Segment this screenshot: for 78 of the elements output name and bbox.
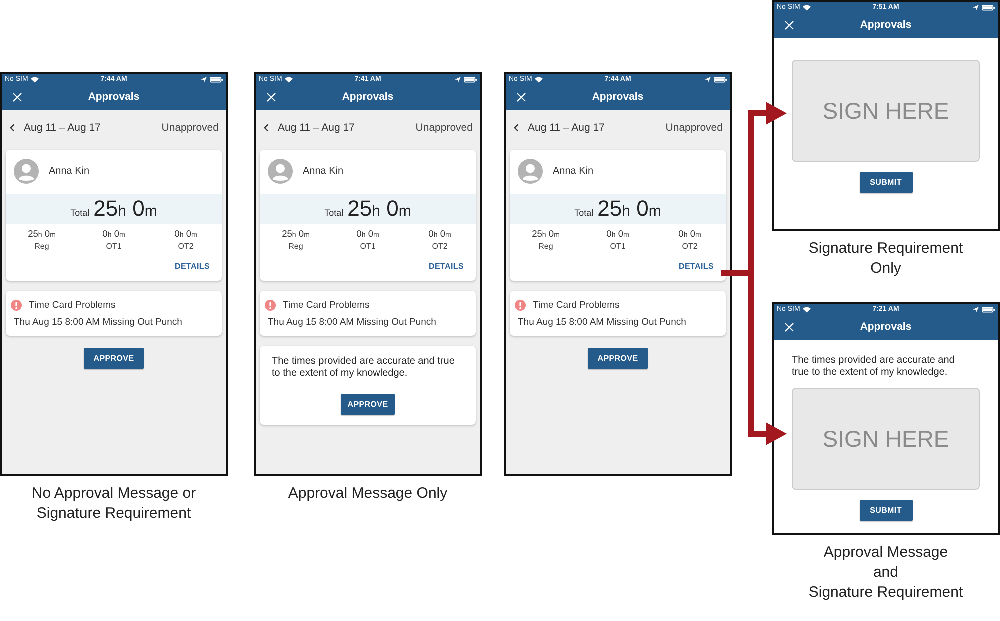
total-label: Total (70, 208, 90, 218)
location-arrow-icon (973, 306, 979, 312)
alert-icon (11, 300, 22, 310)
avatar-icon (268, 159, 293, 184)
date-range: Aug 11 – Aug 17 (528, 122, 605, 134)
date-range: Aug 11 – Aug 17 (278, 122, 355, 134)
back-chevron-icon[interactable] (514, 124, 519, 132)
screen-caption: Approval Message Only (288, 484, 448, 504)
alert-icon (265, 300, 276, 310)
battery-icon (714, 76, 727, 82)
screen-title: Approvals (342, 91, 394, 104)
date-range: Aug 11 – Aug 17 (24, 122, 101, 134)
close-icon[interactable] (13, 93, 22, 102)
approval-message: The times provided are accurate and true to the extent of my knowledge. (792, 355, 956, 378)
close-icon[interactable] (267, 93, 276, 102)
alert-icon (515, 300, 526, 310)
wifi-icon (535, 76, 544, 82)
location-arrow-icon (455, 76, 461, 82)
location-arrow-icon (973, 4, 979, 10)
close-icon[interactable] (785, 323, 794, 332)
problems-title: Time Card Problems (533, 300, 620, 310)
approval-status: Unapproved (162, 122, 219, 134)
hours-category-label: OT2 (432, 241, 448, 252)
total-hours: 25h 0m (94, 196, 158, 221)
hours-category-label: Reg (288, 241, 304, 252)
employee-name: Anna Kin (553, 166, 594, 177)
details-link[interactable]: DETAILS (678, 261, 714, 272)
wifi-icon (285, 76, 294, 82)
back-chevron-icon[interactable] (10, 124, 15, 132)
screen-title: Approvals (860, 321, 912, 334)
hours-category-label: Reg (34, 241, 50, 252)
details-link[interactable]: DETAILS (428, 261, 464, 272)
screen-caption: Signature Requirement Only (808, 239, 964, 279)
battery-icon (210, 76, 223, 82)
problems-title: Time Card Problems (29, 300, 116, 310)
wifi-icon (803, 4, 812, 10)
employee-name: Anna Kin (303, 166, 344, 177)
hours-category-label: Reg (538, 241, 554, 252)
problem-entry: Thu Aug 15 8:00 AM Missing Out Punch (518, 317, 688, 328)
total-label: Total (574, 208, 594, 218)
avatar-icon (14, 159, 39, 184)
close-icon[interactable] (517, 93, 526, 102)
wifi-icon (31, 76, 40, 82)
avatar-icon (518, 159, 543, 184)
approve-button[interactable]: APPROVE (84, 348, 144, 369)
screen-caption: No Approval Message or Signature Requirement (32, 484, 196, 524)
submit-button[interactable]: SUBMIT (860, 172, 912, 193)
submit-button[interactable]: SUBMIT (860, 500, 912, 521)
wifi-icon (803, 306, 812, 312)
details-link[interactable]: DETAILS (174, 261, 210, 272)
approval-status: Unapproved (666, 122, 723, 134)
close-icon[interactable] (785, 21, 794, 30)
approve-button[interactable]: APPROVE (588, 348, 648, 369)
battery-icon (982, 306, 995, 312)
total-hours: 25h 0m (348, 196, 412, 221)
screen-title: Approvals (860, 19, 912, 32)
hours-category-label: OT2 (682, 241, 698, 252)
screen-title: Approvals (88, 91, 140, 104)
battery-icon (982, 4, 995, 10)
approval-message: The times provided are accurate and true to the extent of my knowledge. (272, 356, 456, 381)
approve-button[interactable]: APPROVE (341, 394, 395, 415)
screen-title: Approvals (592, 91, 644, 104)
problem-entry: Thu Aug 15 8:00 AM Missing Out Punch (14, 317, 184, 328)
location-arrow-icon (201, 76, 207, 82)
approval-status: Unapproved (416, 122, 473, 134)
total-hours: 25h 0m (598, 196, 662, 221)
hours-category-label: OT1 (610, 241, 626, 252)
screen-caption: Approval Message and Signature Requirement (808, 543, 964, 603)
problem-entry: Thu Aug 15 8:00 AM Missing Out Punch (268, 317, 438, 328)
battery-icon (464, 76, 477, 82)
hours-category-label: OT1 (360, 241, 376, 252)
total-label: Total (324, 208, 344, 218)
location-arrow-icon (705, 76, 711, 82)
employee-name: Anna Kin (49, 166, 90, 177)
back-chevron-icon[interactable] (264, 124, 269, 132)
hours-category-label: OT1 (106, 241, 122, 252)
problems-title: Time Card Problems (283, 300, 370, 310)
hours-category-label: OT2 (178, 241, 194, 252)
